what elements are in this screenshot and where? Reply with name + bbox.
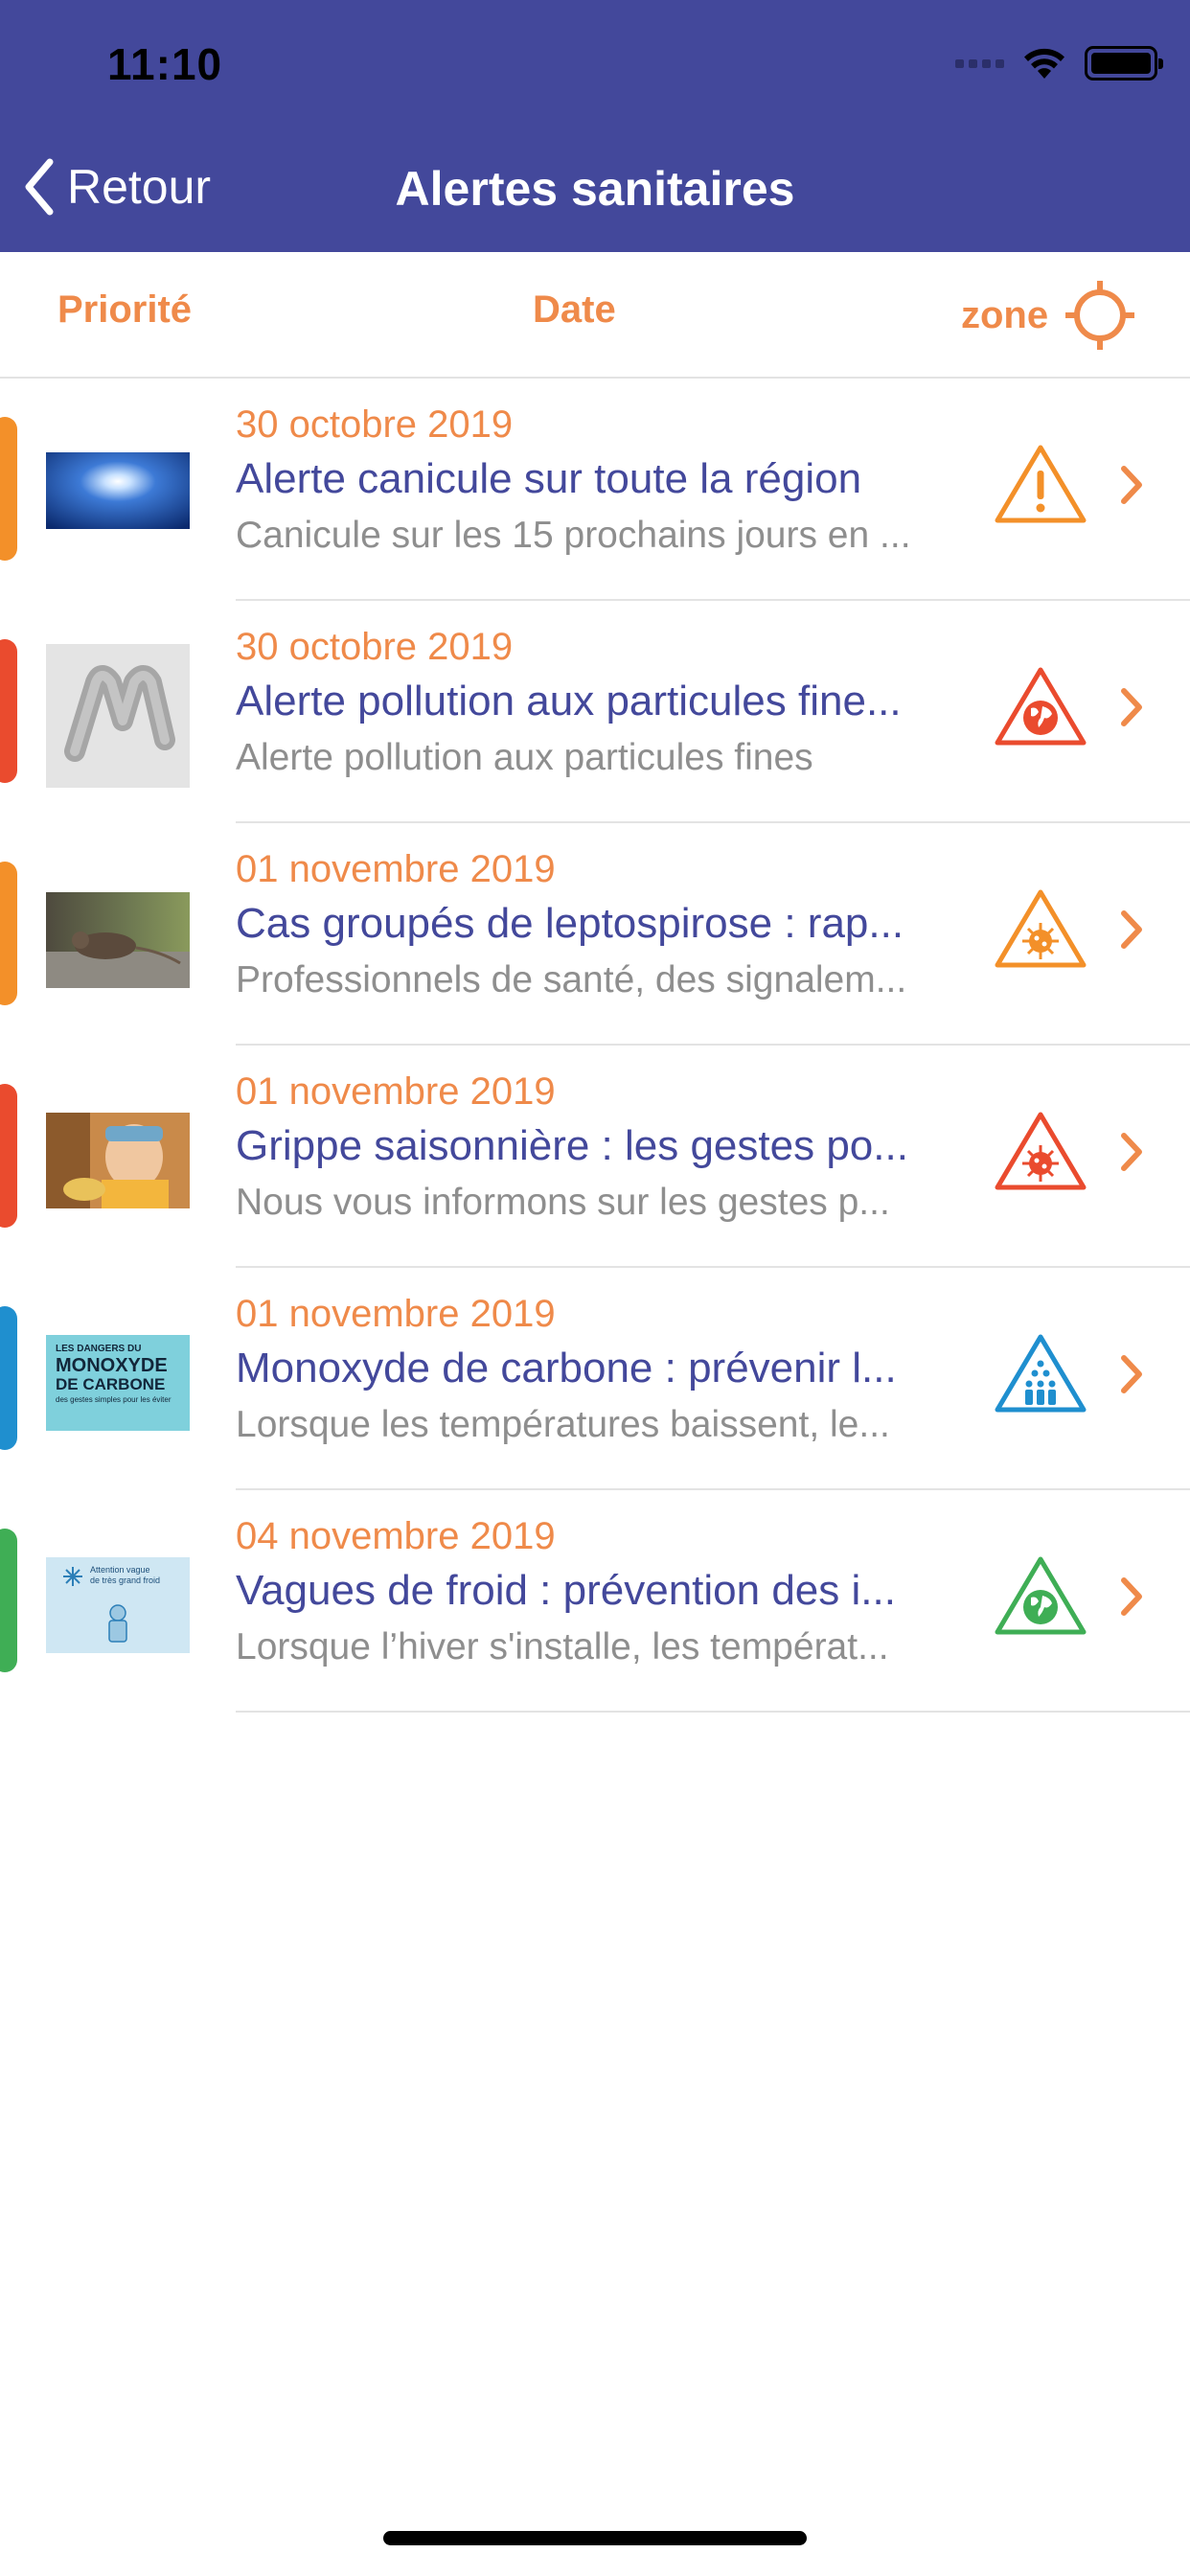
- priority-indicator: [0, 1529, 17, 1672]
- alert-date: 30 octobre 2019: [236, 626, 514, 668]
- priority-indicator: [0, 417, 17, 561]
- alert-summary: Lorsque l’hiver s'installe, les températ…: [236, 1626, 889, 1668]
- list-item[interactable]: 01 novembre 2019 Grippe saisonnière : le…: [0, 1046, 1190, 1268]
- alert-summary: Alerte pollution aux particules fines: [236, 737, 813, 778]
- chevron-right-icon: [1121, 1577, 1142, 1616]
- page-title: Alertes sanitaires: [395, 162, 795, 216]
- list-item[interactable]: 01 novembre 2019 Cas groupés de leptospi…: [0, 823, 1190, 1046]
- alert-thumbnail-carbon-monoxide: LES DANGERS DU MONOXYDE DE CARBONE des g…: [46, 1335, 190, 1431]
- crowd-triangle-icon: [995, 1334, 1087, 1413]
- list-item[interactable]: LES DANGERS DU MONOXYDE DE CARBONE des g…: [0, 1268, 1190, 1490]
- alert-title: Alerte pollution aux particules fine...: [236, 678, 902, 724]
- sort-bar: Priorité Date zone: [0, 252, 1190, 379]
- priority-indicator: [0, 1306, 17, 1450]
- chevron-right-icon: [1121, 910, 1142, 949]
- status-icons: [955, 44, 1163, 82]
- globe-triangle-icon: [995, 667, 1087, 746]
- chevron-right-icon: [1121, 466, 1142, 504]
- globe-triangle-icon: [995, 1556, 1087, 1635]
- battery-icon: [1085, 46, 1163, 80]
- thumbnail-caption: Attention vague de très grand froid: [90, 1565, 161, 1585]
- alert-title: Vagues de froid : prévention des i...: [236, 1567, 896, 1614]
- alert-summary: Canicule sur les 15 prochains jours en .…: [236, 515, 911, 556]
- alert-date: 01 novembre 2019: [236, 1293, 556, 1335]
- chevron-right-icon: [1121, 688, 1142, 726]
- thumbnail-caption: LES DANGERS DU MONOXYDE DE CARBONE des g…: [56, 1344, 172, 1404]
- sort-date-button[interactable]: Date: [533, 288, 616, 332]
- sort-priority-button[interactable]: Priorité: [57, 288, 192, 332]
- alert-date: 01 novembre 2019: [236, 848, 556, 890]
- alert-thumbnail-sick-child: [46, 1113, 190, 1208]
- alert-thumbnail-pollution: [46, 644, 190, 788]
- alert-summary: Professionnels de santé, des signalem...: [236, 959, 907, 1000]
- virus-triangle-icon: [995, 1112, 1087, 1190]
- status-time: 11:10: [107, 39, 223, 89]
- location-target-icon: [1065, 281, 1135, 350]
- chevron-right-icon: [1121, 1133, 1142, 1171]
- alert-title: Alerte canicule sur toute la région: [236, 455, 862, 502]
- alert-title: Grippe saisonnière : les gestes po...: [236, 1122, 908, 1169]
- alert-date: 30 octobre 2019: [236, 403, 514, 446]
- list-item[interactable]: Attention vague de très grand froid 04 n…: [0, 1490, 1190, 1713]
- warning-triangle-icon: [995, 445, 1087, 523]
- alert-date: 04 novembre 2019: [236, 1515, 556, 1557]
- alert-date: 01 novembre 2019: [236, 1070, 556, 1113]
- alert-thumbnail-rat: [46, 892, 190, 988]
- alert-summary: Nous vous informons sur les gestes p...: [236, 1182, 890, 1223]
- home-indicator[interactable]: [383, 2531, 807, 2545]
- alert-title: Cas groupés de leptospirose : rap...: [236, 900, 904, 947]
- alert-thumbnail-heatwave: [46, 452, 190, 529]
- alert-summary: Lorsque les températures baissent, le...: [236, 1404, 890, 1445]
- wifi-icon: [1024, 48, 1064, 79]
- virus-triangle-icon: [995, 889, 1087, 968]
- list-item[interactable]: 30 octobre 2019 Alerte canicule sur tout…: [0, 379, 1190, 601]
- sort-zone-button[interactable]: zone: [961, 281, 1135, 350]
- priority-indicator: [0, 862, 17, 1005]
- row-divider: [236, 1711, 1190, 1713]
- alert-title: Monoxyde de carbone : prévenir l...: [236, 1345, 897, 1392]
- priority-indicator: [0, 639, 17, 783]
- alerts-list: 30 octobre 2019 Alerte canicule sur tout…: [0, 379, 1190, 1713]
- priority-indicator: [0, 1084, 17, 1228]
- cellular-signal-icon: [955, 58, 1004, 68]
- alert-thumbnail-cold-wave: Attention vague de très grand froid: [46, 1557, 190, 1653]
- sort-zone-label: zone: [961, 293, 1049, 336]
- navigation-header: 11:10 Retour Alertes sanitaires: [0, 0, 1190, 252]
- list-item[interactable]: 30 octobre 2019 Alerte pollution aux par…: [0, 601, 1190, 823]
- chevron-right-icon: [1121, 1355, 1142, 1393]
